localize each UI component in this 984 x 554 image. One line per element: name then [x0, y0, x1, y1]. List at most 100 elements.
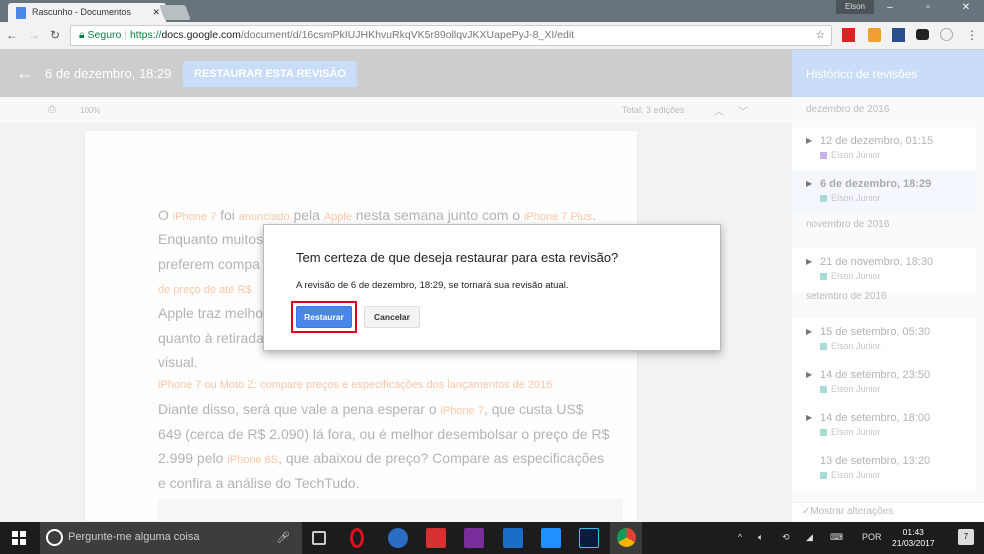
revision-entry[interactable]: ▶ 14 de setembro, 23:50 Elson Junior	[792, 361, 976, 405]
cancel-button[interactable]: Cancelar	[364, 306, 420, 328]
restore-revision-button[interactable]: RESTAURAR ESTA REVISÃO	[183, 61, 357, 87]
onenote-icon[interactable]	[464, 528, 484, 548]
browser-tab[interactable]: Rascunho - Documentos ✕	[8, 3, 166, 22]
print-icon[interactable]: ⎙	[48, 104, 56, 115]
new-tab-button[interactable]	[159, 5, 191, 20]
chevron-down-icon[interactable]: ﹀	[738, 103, 748, 118]
secure-label: Seguro	[87, 29, 122, 41]
revision-entry[interactable]: ▶ 21 de novembro, 18:30 Elson Junior	[792, 248, 976, 292]
extension-icon[interactable]	[842, 28, 855, 42]
time: 01:43	[902, 527, 924, 537]
show-changes-label: Mostrar alterações	[810, 506, 894, 517]
revision-author: Elson Junior	[820, 271, 881, 281]
expand-arrow-icon[interactable]: ▶	[806, 257, 812, 266]
expand-arrow-icon[interactable]: ▶	[806, 370, 812, 379]
revision-entry[interactable]: 13 de setembro, 13:20 Elson Junior	[792, 447, 976, 491]
windows-start-icon[interactable]	[12, 531, 26, 545]
revision-header: ← 6 de dezembro, 18:29 RESTAURAR ESTA RE…	[0, 50, 792, 97]
doc-line: visual.	[158, 354, 198, 370]
author-color-swatch	[820, 195, 827, 202]
extension-icon[interactable]	[940, 28, 953, 41]
revision-title: 6 de dezembro, 18:29	[820, 178, 932, 190]
revision-entry[interactable]: ▶ 6 de dezembro, 18:29 Elson Junior	[792, 170, 976, 214]
docs-icon	[16, 7, 26, 19]
revision-entry[interactable]: ▶ 15 de setembro, 05:30 Elson Junior	[792, 318, 976, 362]
total-edits: Total: 3 edições	[622, 105, 685, 115]
extension-icon[interactable]	[892, 28, 905, 42]
expand-arrow-icon[interactable]: ▶	[806, 327, 812, 336]
month-header: dezembro de 2016	[806, 104, 890, 115]
cortana-icon	[46, 529, 63, 546]
search-placeholder: Pergunte-me alguma coisa	[68, 531, 200, 543]
microphone-icon[interactable]: 🎤︎	[276, 531, 290, 544]
author-color-swatch	[820, 386, 827, 393]
star-icon[interactable]: ☆	[816, 26, 825, 45]
network-icon[interactable]: ◢	[806, 532, 813, 543]
photoshop-icon[interactable]	[579, 528, 599, 548]
cortana-search[interactable]: Pergunte-me alguma coisa 🎤︎	[40, 522, 302, 554]
date: 21/03/2017	[892, 538, 935, 548]
zoom-select[interactable]: 100%	[80, 106, 100, 115]
author-color-swatch	[820, 472, 827, 479]
profile-button[interactable]: Elson	[836, 0, 874, 14]
minimize-button[interactable]: –	[880, 2, 900, 13]
restore-button[interactable]: Restaurar	[296, 306, 352, 328]
revision-entry[interactable]: ▶ 12 de dezembro, 01:15 Elson Júnior	[792, 127, 976, 171]
revision-author: Elson Junior	[820, 427, 881, 437]
url-scheme: https://	[129, 29, 162, 41]
author-name: Elson Junior	[831, 193, 881, 203]
url-input[interactable]: 🔒︎ Seguro | https://docs.google.com/docu…	[70, 25, 832, 46]
revision-author: Elson Junior	[820, 341, 881, 351]
volume-icon[interactable]: 🔈︎	[758, 532, 763, 543]
expand-arrow-icon[interactable]: ▶	[806, 136, 812, 145]
action-center-icon[interactable]: 7	[958, 529, 974, 545]
doc-link[interactable]: iPhone 7 ou Moto Z: compare preços e esp…	[158, 379, 552, 391]
doc-line: Diante disso, será que vale a pena esper…	[158, 401, 584, 417]
doc-line: Apple traz melho	[158, 305, 264, 321]
extension-icon[interactable]	[868, 28, 881, 42]
extension-icon[interactable]	[916, 29, 929, 40]
doc-link[interactable]: de preço de até R$	[158, 284, 252, 296]
forward-icon[interactable]: →	[28, 28, 40, 42]
restore-window-button[interactable]: ▫	[918, 2, 938, 13]
revision-date: 6 de dezembro, 18:29	[45, 66, 172, 81]
close-tab-icon[interactable]: ✕	[152, 7, 160, 18]
keyboard-icon[interactable]: ⌨	[830, 532, 843, 543]
history-panel-title: Histórico de revisões	[792, 50, 984, 97]
task-view-icon[interactable]	[312, 531, 326, 545]
revision-entry[interactable]: ▶ 14 de setembro, 18:00 Elson Junior	[792, 404, 976, 448]
app-icon[interactable]	[388, 528, 408, 548]
back-icon[interactable]: ←	[6, 28, 18, 42]
app-icon[interactable]	[541, 528, 561, 548]
author-color-swatch	[820, 152, 827, 159]
close-window-button[interactable]: ✕	[956, 2, 976, 13]
tray-icon[interactable]: ⟲	[782, 532, 790, 543]
doc-line: 2.999 pelo iPhone 6S, que abaixou de pre…	[158, 450, 605, 466]
doc-line: quanto à retirada	[158, 330, 264, 346]
doc-line: 649 (cerca de R$ 2.090) lá fora, ou é me…	[158, 426, 610, 442]
revision-author: Elson Junior	[820, 193, 881, 203]
clock[interactable]: 01:43 21/03/2017	[892, 527, 935, 549]
address-toolbar: ← → ↻ 🔒︎ Seguro | https://docs.google.co…	[0, 22, 984, 50]
author-name: Elson Junior	[831, 341, 881, 351]
tray-chevron-icon[interactable]: ^	[738, 532, 742, 542]
expand-arrow-icon[interactable]: ▶	[806, 179, 812, 188]
show-changes-checkbox[interactable]: ✓Mostrar alterações	[792, 502, 984, 522]
opera-icon[interactable]	[350, 528, 364, 548]
outlook-icon[interactable]	[503, 528, 523, 548]
expand-arrow-icon[interactable]: ▶	[806, 413, 812, 422]
language-indicator[interactable]: POR	[862, 532, 882, 542]
back-arrow-icon[interactable]: ←	[16, 63, 34, 84]
doc-line: O iPhone 7 foi anunciado pela Apple nest…	[158, 207, 596, 223]
menu-icon[interactable]: ⋮	[966, 28, 978, 42]
dialog-message: A revisão de 6 de dezembro, 18:29, se to…	[296, 280, 569, 291]
chevron-up-icon[interactable]: ︿	[714, 103, 724, 118]
dialog-title: Tem certeza de que deseja restaurar para…	[296, 250, 619, 265]
lock-icon: 🔒︎	[79, 29, 85, 41]
app-icon[interactable]	[426, 528, 446, 548]
chrome-taskbar-button[interactable]	[610, 522, 642, 554]
reload-icon[interactable]: ↻	[50, 28, 60, 42]
chrome-icon	[617, 528, 636, 547]
tab-bar: Rascunho - Documentos ✕ Elson – ▫ ✕	[0, 0, 984, 22]
revision-title: 15 de setembro, 05:30	[820, 326, 931, 338]
